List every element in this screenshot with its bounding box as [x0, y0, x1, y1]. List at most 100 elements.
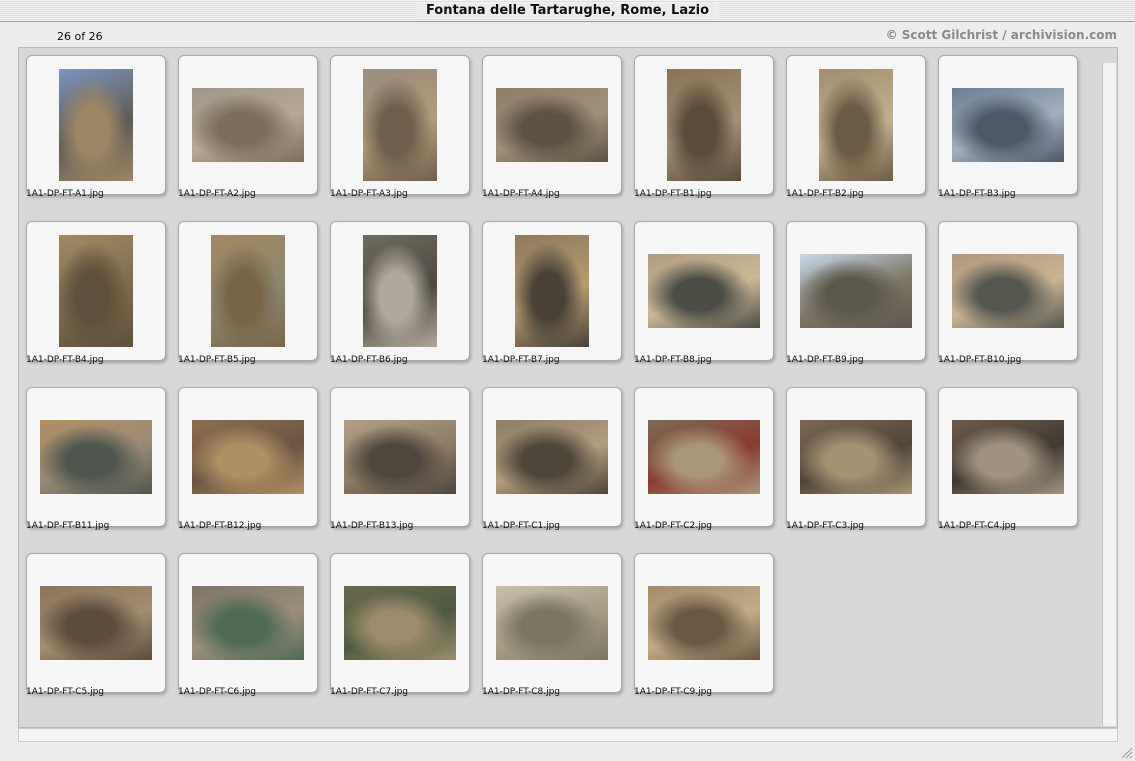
window-title: Fontana delle Tartarughe, Rome, Lazio [415, 3, 720, 18]
thumbnail-image[interactable] [363, 235, 437, 347]
thumbnail-frame[interactable] [26, 387, 166, 527]
thumbnail-frame[interactable] [330, 387, 470, 527]
thumbnail-image[interactable] [515, 235, 589, 347]
thumbnail-item[interactable]: 1A1-DP-FT-C8.jpg [475, 546, 627, 706]
thumbnail-image[interactable] [496, 420, 608, 494]
thumbnail-frame[interactable] [634, 55, 774, 195]
thumbnail-image[interactable] [192, 586, 304, 660]
thumbnail-frame[interactable] [634, 221, 774, 361]
thumbnail-frame[interactable] [330, 553, 470, 693]
thumbnail-item[interactable]: 1A1-DP-FT-C1.jpg [475, 380, 627, 540]
thumbnail-image[interactable] [496, 88, 608, 162]
thumbnail-frame[interactable] [482, 221, 622, 361]
thumbnail-image[interactable] [648, 420, 760, 494]
thumbnail-frame[interactable] [330, 221, 470, 361]
thumbnail-image[interactable] [40, 586, 152, 660]
thumbnail-filename: 1A1-DP-FT-B3.jpg [938, 189, 1016, 199]
thumbnail-item[interactable]: 1A1-DP-FT-C3.jpg [779, 380, 931, 540]
thumbnail-item[interactable]: 1A1-DP-FT-B8.jpg [627, 214, 779, 374]
thumbnail-item[interactable]: 1A1-DP-FT-B12.jpg [171, 380, 323, 540]
thumbnail-frame[interactable] [26, 221, 166, 361]
window-title-bar[interactable]: Fontana delle Tartarughe, Rome, Lazio [0, 0, 1135, 22]
thumbnail-filename: 1A1-DP-FT-C7.jpg [330, 687, 408, 697]
thumbnail-item[interactable]: 1A1-DP-FT-B7.jpg [475, 214, 627, 374]
thumbnail-image[interactable] [59, 69, 133, 181]
thumbnail-image[interactable] [800, 254, 912, 328]
thumbnail-image[interactable] [211, 235, 285, 347]
thumbnail-image[interactable] [40, 420, 152, 494]
thumbnail-image[interactable] [344, 420, 456, 494]
thumbnail-filename: 1A1-DP-FT-C3.jpg [786, 521, 864, 531]
thumbnail-frame[interactable] [634, 553, 774, 693]
thumbnail-item[interactable]: 1A1-DP-FT-A4.jpg [475, 48, 627, 208]
thumbnail-item[interactable]: 1A1-DP-FT-A2.jpg [171, 48, 323, 208]
thumbnail-image[interactable] [59, 235, 133, 347]
thumbnail-frame[interactable] [938, 387, 1078, 527]
thumbnail-image[interactable] [344, 586, 456, 660]
thumbnail-item[interactable]: 1A1-DP-FT-C2.jpg [627, 380, 779, 540]
thumbnail-image[interactable] [952, 254, 1064, 328]
thumbnail-frame[interactable] [482, 55, 622, 195]
thumbnail-filename: 1A1-DP-FT-B13.jpg [330, 521, 414, 531]
thumbnail-frame[interactable] [178, 387, 318, 527]
thumbnail-item[interactable]: 1A1-DP-FT-B10.jpg [931, 214, 1083, 374]
thumbnail-frame[interactable] [938, 221, 1078, 361]
thumbnail-item[interactable]: 1A1-DP-FT-A3.jpg [323, 48, 475, 208]
resize-grip-icon[interactable] [1119, 745, 1133, 759]
thumbnail-image[interactable] [952, 88, 1064, 162]
thumbnail-frame[interactable] [26, 553, 166, 693]
thumbnail-image[interactable] [648, 586, 760, 660]
thumbnail-image[interactable] [496, 586, 608, 660]
thumbnail-item[interactable]: 1A1-DP-FT-A1.jpg [19, 48, 171, 208]
thumbnail-item[interactable]: 1A1-DP-FT-C4.jpg [931, 380, 1083, 540]
thumbnail-image[interactable] [648, 254, 760, 328]
thumbnail-filename: 1A1-DP-FT-A4.jpg [482, 189, 560, 199]
thumbnail-filename: 1A1-DP-FT-B11.jpg [26, 521, 110, 531]
thumbnail-filename: 1A1-DP-FT-A2.jpg [178, 189, 256, 199]
thumbnail-frame[interactable] [786, 387, 926, 527]
thumbnail-frame[interactable] [178, 553, 318, 693]
thumbnail-image[interactable] [192, 88, 304, 162]
thumbnail-item[interactable]: 1A1-DP-FT-B4.jpg [19, 214, 171, 374]
thumbnail-item[interactable]: 1A1-DP-FT-B3.jpg [931, 48, 1083, 208]
thumbnail-image[interactable] [363, 69, 437, 181]
thumbnail-item[interactable]: 1A1-DP-FT-B1.jpg [627, 48, 779, 208]
thumbnail-frame[interactable] [178, 221, 318, 361]
thumbnail-frame[interactable] [482, 387, 622, 527]
thumbnail-frame[interactable] [178, 55, 318, 195]
thumbnail-image[interactable] [819, 69, 893, 181]
thumbnail-frame[interactable] [26, 55, 166, 195]
thumbnail-frame[interactable] [938, 55, 1078, 195]
thumbnail-frame[interactable] [786, 221, 926, 361]
thumbnail-frame[interactable] [482, 553, 622, 693]
thumbnail-filename: 1A1-DP-FT-C1.jpg [482, 521, 560, 531]
thumbnail-filename: 1A1-DP-FT-A1.jpg [26, 189, 104, 199]
thumbnail-item[interactable]: 1A1-DP-FT-C7.jpg [323, 546, 475, 706]
thumbnail-frame[interactable] [786, 55, 926, 195]
thumbnail-filename: 1A1-DP-FT-C5.jpg [26, 687, 104, 697]
thumbnail-filename: 1A1-DP-FT-B7.jpg [482, 355, 560, 365]
thumbnail-item[interactable]: 1A1-DP-FT-B5.jpg [171, 214, 323, 374]
thumbnail-image[interactable] [952, 420, 1064, 494]
thumbnail-item[interactable]: 1A1-DP-FT-B9.jpg [779, 214, 931, 374]
thumbnail-filename: 1A1-DP-FT-B6.jpg [330, 355, 408, 365]
thumbnail-filename: 1A1-DP-FT-B5.jpg [178, 355, 256, 365]
thumbnail-filename: 1A1-DP-FT-B12.jpg [178, 521, 262, 531]
thumbnail-item[interactable]: 1A1-DP-FT-B13.jpg [323, 380, 475, 540]
thumbnail-item[interactable]: 1A1-DP-FT-B11.jpg [19, 380, 171, 540]
horizontal-scrollbar[interactable] [18, 728, 1118, 742]
thumbnail-filename: 1A1-DP-FT-B2.jpg [786, 189, 864, 199]
thumbnail-item[interactable]: 1A1-DP-FT-B2.jpg [779, 48, 931, 208]
thumbnail-frame[interactable] [634, 387, 774, 527]
thumbnail-item[interactable]: 1A1-DP-FT-C9.jpg [627, 546, 779, 706]
thumbnail-item[interactable]: 1A1-DP-FT-C6.jpg [171, 546, 323, 706]
thumbnail-image[interactable] [667, 69, 741, 181]
thumbnail-filename: 1A1-DP-FT-C6.jpg [178, 687, 256, 697]
thumbnail-image[interactable] [192, 420, 304, 494]
thumbnail-frame[interactable] [330, 55, 470, 195]
thumbnail-item[interactable]: 1A1-DP-FT-B6.jpg [323, 214, 475, 374]
thumbnail-filename: 1A1-DP-FT-B4.jpg [26, 355, 104, 365]
thumbnail-image[interactable] [800, 420, 912, 494]
vertical-scrollbar[interactable] [1102, 63, 1116, 726]
thumbnail-item[interactable]: 1A1-DP-FT-C5.jpg [19, 546, 171, 706]
